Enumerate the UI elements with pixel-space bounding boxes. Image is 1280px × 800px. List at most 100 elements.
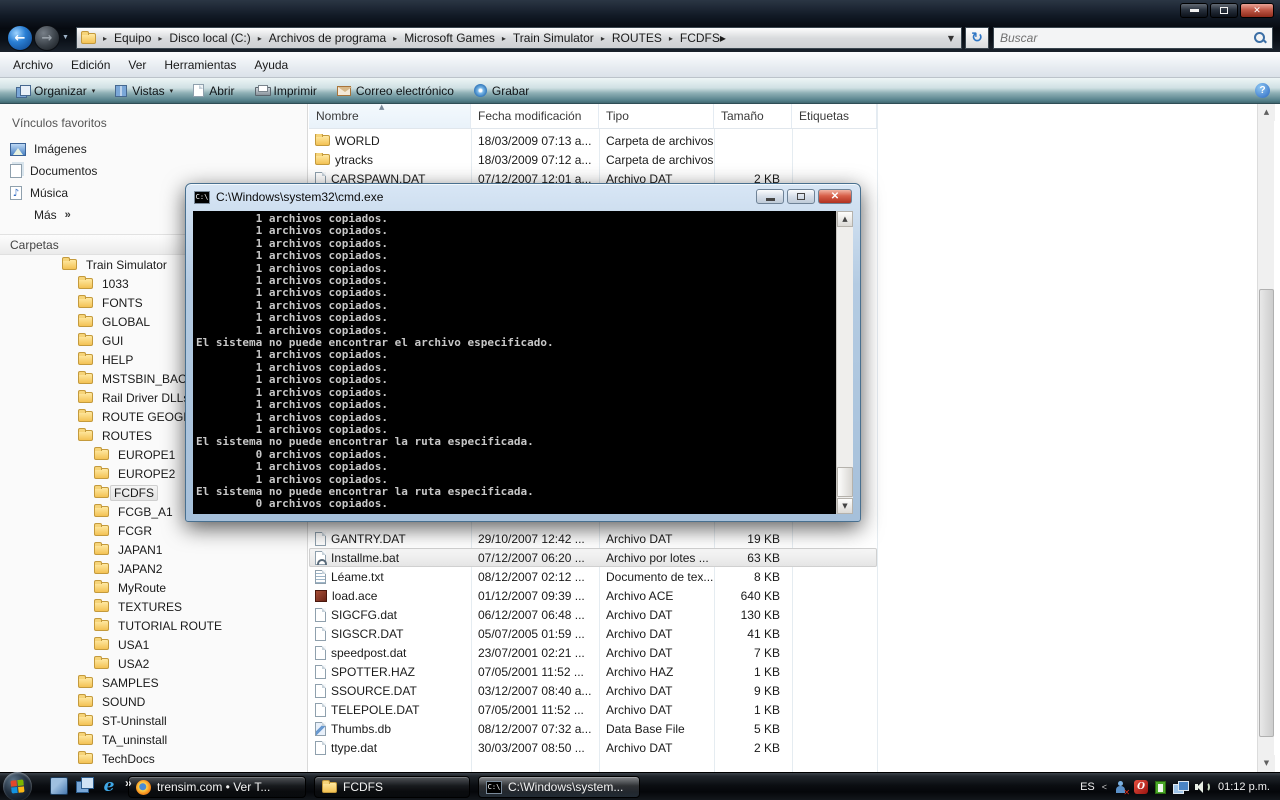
file-row[interactable]: Installme.bat07/12/2007 06:20 ...Archivo… [309,548,877,567]
column-header-tama-o[interactable]: Tamaño [714,104,792,128]
search-icon[interactable] [1252,30,1268,46]
cmd-window[interactable]: C:\ C:\Windows\system32\cmd.exe ✕ 1 arch… [185,183,861,522]
refresh-button[interactable]: ↻ [965,27,989,49]
menu-item-ayuda[interactable]: Ayuda [245,58,297,72]
scroll-up-icon[interactable]: ▲ [1258,104,1275,121]
breadcrumb-item[interactable]: ▸Disco local (C:) [151,31,250,45]
file-row[interactable]: Thumbs.db08/12/2007 07:32 a...Data Base … [309,719,877,738]
forward-button[interactable]: → [34,25,60,51]
scroll-thumb[interactable] [1259,289,1274,737]
console-line: 1 archivos copiados. [196,312,836,324]
messenger-offline-icon[interactable] [1114,781,1127,794]
tree-item-usa1[interactable]: USA1 [0,635,307,654]
breadcrumb-item[interactable]: ▸Equipo [96,31,151,45]
tree-item-ta-uninstall[interactable]: TA_uninstall [0,730,307,749]
column-header-tipo[interactable]: Tipo [599,104,714,128]
taskbar-button[interactable]: trensim.com • Ver T... [128,776,306,798]
cmd-maximize-button[interactable] [787,189,815,204]
taskbar-button[interactable]: C:\C:\Windows\system... [478,776,640,798]
volume-icon[interactable] [1195,780,1211,794]
tree-item-myroute[interactable]: MyRoute [0,578,307,597]
toolbar-print-button[interactable]: Imprimir [245,80,327,102]
internet-explorer-icon[interactable]: e [100,777,118,795]
address-dropdown-icon[interactable]: ▼ [948,34,957,43]
file-row[interactable]: SSOURCE.DAT03/12/2007 08:40 a...Archivo … [309,681,877,700]
column-header-etiquetas[interactable]: Etiquetas [792,104,877,128]
tree-item-sound[interactable]: SOUND [0,692,307,711]
address-bar[interactable]: ▸Equipo▸Disco local (C:)▸Archivos de pro… [76,27,962,49]
tree-item-st-uninstall[interactable]: ST-Uninstall [0,711,307,730]
toolbar-views-button[interactable]: Vistas▾ [105,80,183,102]
tray-app-icon[interactable]: O [1134,780,1148,794]
file-row[interactable]: GANTRY.DAT29/10/2007 12:42 ...Archivo DA… [309,529,877,548]
chevron-down-icon: ▾ [170,87,174,95]
file-row[interactable]: TELEPOLE.DAT07/05/2001 11:52 ...Archivo … [309,700,877,719]
file-row[interactable]: SIGSCR.DAT05/07/2005 01:59 ...Archivo DA… [309,624,877,643]
maximize-button[interactable] [1210,3,1238,18]
cmd-close-button[interactable]: ✕ [818,189,852,204]
cmd-titlebar[interactable]: C:\ C:\Windows\system32\cmd.exe [194,190,383,204]
cmd-minimize-button[interactable] [756,189,784,204]
tree-item-tutorial-route[interactable]: TUTORIAL ROUTE [0,616,307,635]
menu-item-ver[interactable]: Ver [119,58,155,72]
menu-item-herramientas[interactable]: Herramientas [155,58,245,72]
column-headers: Nombre▲Fecha modificaciónTipoTamañoEtiqu… [309,104,877,129]
back-button[interactable]: ← [7,25,33,51]
show-desktop-icon[interactable] [50,777,68,795]
explorer-scrollbar[interactable]: ▲ ▼ [1257,104,1274,772]
sidebar-item-documentos[interactable]: Documentos [0,160,307,182]
toolbar-burn-button[interactable]: Grabar [464,80,539,102]
folder-icon [62,259,77,270]
tree-item-fcgr[interactable]: FCGR [0,521,307,540]
file-row[interactable]: ytracks18/03/2009 07:12 a...Carpeta de a… [309,150,877,169]
tray-expand-icon[interactable]: < [1102,782,1107,792]
file-type: Archivo ACE [599,589,714,603]
breadcrumb-item[interactable]: ▸FCDFS [662,31,720,45]
scroll-up-icon[interactable]: ▲ [837,211,853,227]
toolbar-open-button[interactable]: Abrir [183,80,244,102]
menu-item-edición[interactable]: Edición [62,58,119,72]
file-row[interactable]: speedpost.dat23/07/2001 02:21 ...Archivo… [309,643,877,662]
breadcrumb-item[interactable]: ▸ROUTES [594,31,662,45]
tree-item-label: USA2 [114,656,153,672]
tree-item-techdocs[interactable]: TechDocs [0,749,307,768]
scroll-down-icon[interactable]: ▼ [837,498,853,514]
sidebar-item-imágenes[interactable]: Imágenes [0,138,307,160]
scroll-thumb[interactable] [837,467,853,497]
scroll-down-icon[interactable]: ▼ [1258,755,1275,772]
file-type: Archivo DAT [599,627,714,641]
tree-item-japan1[interactable]: JAPAN1 [0,540,307,559]
close-button[interactable]: ✕ [1240,3,1274,18]
menu-item-archivo[interactable]: Archivo [4,58,62,72]
start-button[interactable] [3,772,32,800]
search-input[interactable] [994,31,1252,45]
column-header-nombre[interactable]: Nombre▲ [309,104,471,128]
toolbar-mail-button[interactable]: Correo electrónico [327,80,464,102]
network-icon[interactable] [1173,781,1188,794]
toolbar-organize-button[interactable]: Organizar▾ [6,80,105,102]
file-row[interactable]: ttype.dat30/03/2007 08:50 ...Archivo DAT… [309,738,877,757]
safely-remove-icon[interactable] [1155,781,1166,794]
file-row[interactable]: WORLD18/03/2009 07:13 a...Carpeta de arc… [309,131,877,150]
cmd-scrollbar[interactable]: ▲ ▼ [836,211,853,514]
taskbar-button[interactable]: FCDFS [314,776,470,798]
language-indicator[interactable]: ES [1080,781,1095,793]
breadcrumb-item[interactable]: ▸Archivos de programa [251,31,386,45]
column-header-fecha-modificaci-n[interactable]: Fecha modificación [471,104,599,128]
file-row[interactable]: load.ace01/12/2007 09:39 ...Archivo ACE6… [309,586,877,605]
breadcrumb-item[interactable]: ▸Train Simulator [495,31,594,45]
breadcrumb-label: Disco local (C:) [169,31,250,45]
tree-item-samples[interactable]: SAMPLES [0,673,307,692]
tree-item-japan2[interactable]: JAPAN2 [0,559,307,578]
help-button[interactable]: ? [1255,83,1270,98]
file-row[interactable]: SIGCFG.dat06/12/2007 06:48 ...Archivo DA… [309,605,877,624]
file-row[interactable]: SPOTTER.HAZ07/05/2001 11:52 ...Archivo H… [309,662,877,681]
tree-item-usa2[interactable]: USA2 [0,654,307,673]
nav-history-dropdown[interactable]: ▼ [62,34,69,41]
clock[interactable]: 01:12 p.m. [1218,781,1274,793]
file-row[interactable]: Léame.txt08/12/2007 02:12 ...Documento d… [309,567,877,586]
tree-item-textures[interactable]: TEXTURES [0,597,307,616]
breadcrumb-item[interactable]: ▸Microsoft Games [386,31,495,45]
minimize-button[interactable] [1180,3,1208,18]
switch-windows-icon[interactable] [75,777,93,795]
